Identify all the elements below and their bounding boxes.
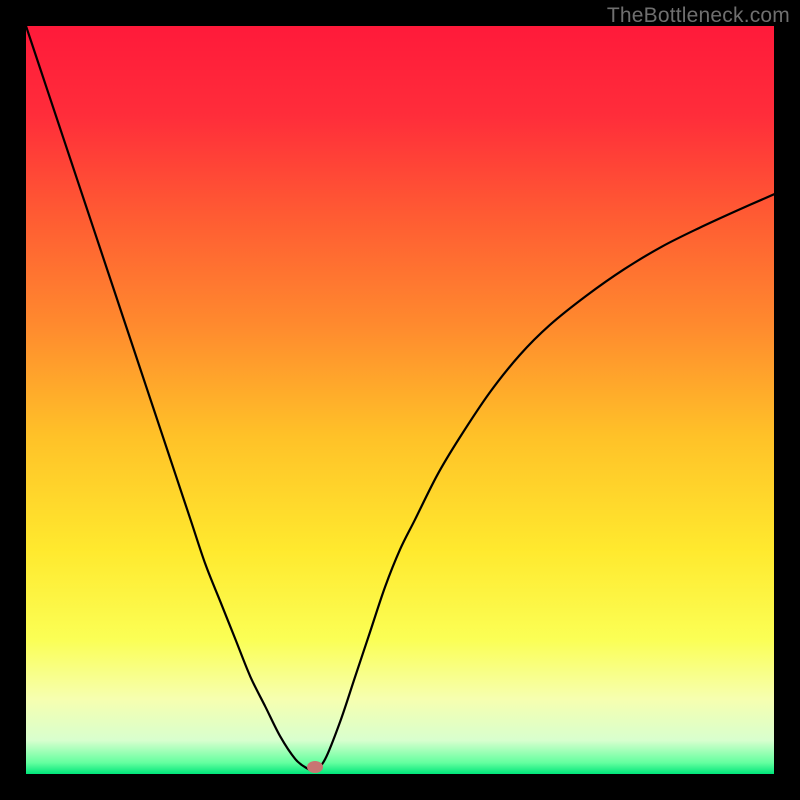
- gradient-background: [26, 26, 774, 774]
- optimal-point-marker: [307, 761, 323, 773]
- chart-frame: [26, 26, 774, 774]
- watermark-text: TheBottleneck.com: [607, 4, 790, 28]
- chart-svg: [26, 26, 774, 774]
